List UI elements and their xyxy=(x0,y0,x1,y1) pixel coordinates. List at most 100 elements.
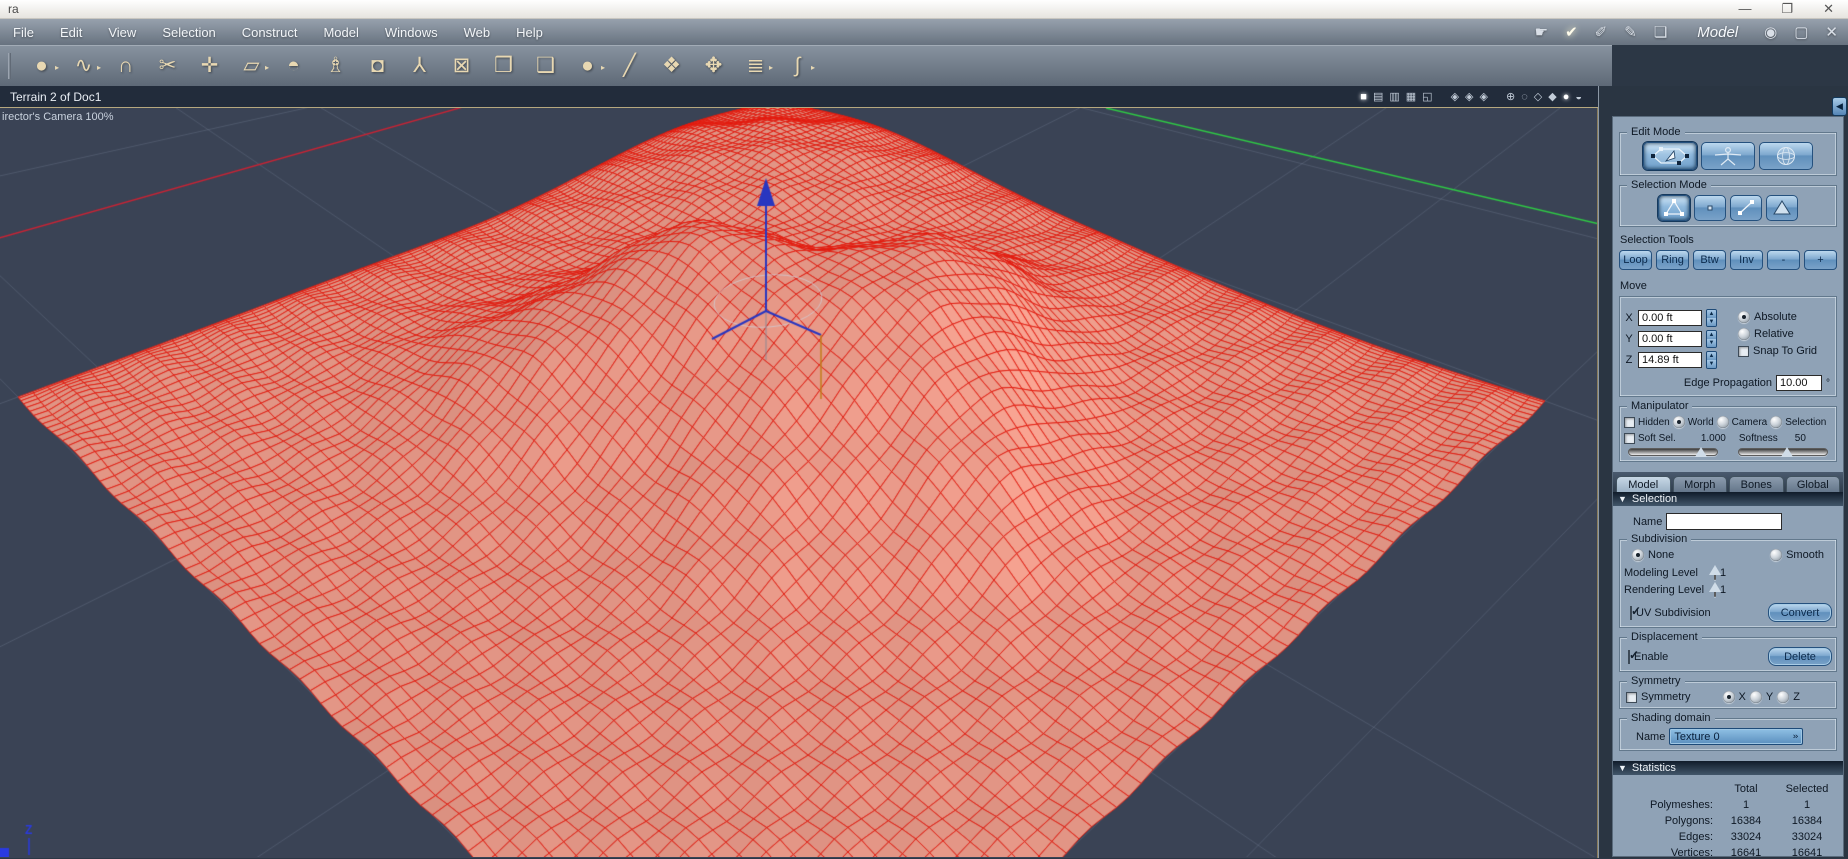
edge-propagation-input[interactable] xyxy=(1776,375,1822,391)
smooth-radio[interactable] xyxy=(1770,549,1783,561)
symmetry-y-radio[interactable] xyxy=(1749,691,1762,703)
modeling-level-slider-thumb[interactable] xyxy=(1709,565,1721,575)
hidden-checkbox[interactable] xyxy=(1624,416,1635,428)
soft-sel-checkbox[interactable] xyxy=(1624,433,1635,444)
camera-radio[interactable] xyxy=(1716,416,1729,428)
sphere-tool[interactable]: ● ▸ xyxy=(27,49,59,83)
taper-deformer-tool[interactable]: ∫ ▸ xyxy=(783,49,815,83)
box-tool[interactable]: ❒ xyxy=(489,49,518,83)
dome-tool[interactable]: ◓ xyxy=(279,49,308,83)
uv-subdivision-checkbox[interactable] xyxy=(1630,605,1632,620)
step-up-icon[interactable]: ▲ xyxy=(1707,352,1716,360)
menu-selection[interactable]: Selection xyxy=(149,25,228,40)
textured-display-icon[interactable]: ◒ xyxy=(1575,91,1582,103)
move-z-stepper[interactable]: ▲ ▼ xyxy=(1706,351,1717,369)
solid-display-icon[interactable]: ◆ xyxy=(1548,90,1556,103)
layout-three-pane-icon[interactable]: ▥ xyxy=(1389,90,1399,103)
selection-tool-ring-button[interactable]: Ring xyxy=(1656,250,1689,270)
menu-web[interactable]: Web xyxy=(451,25,504,40)
selection-mode-point-button[interactable] xyxy=(1694,195,1726,221)
selection-tool-btw-button[interactable]: Btw xyxy=(1693,250,1726,270)
selection-radio[interactable] xyxy=(1770,416,1783,428)
selection-name-input[interactable] xyxy=(1666,513,1783,530)
move-y-stepper[interactable]: ▲ ▼ xyxy=(1706,330,1717,348)
pan-hand-icon[interactable]: ☛ xyxy=(1535,23,1548,41)
modeling-level-slider[interactable] xyxy=(1709,565,1721,580)
softness-slider[interactable] xyxy=(1738,447,1828,457)
none-radio[interactable] xyxy=(1632,549,1644,561)
menu-model[interactable]: Model xyxy=(310,25,371,40)
layout-four-pane-icon[interactable]: ▦ xyxy=(1406,90,1416,103)
layout-corner-pane-icon[interactable]: ◱ xyxy=(1422,90,1432,103)
camera-preset-2-icon[interactable]: ◈ xyxy=(1465,90,1473,103)
terrain-canvas[interactable] xyxy=(0,108,1597,857)
curve-edit-tool[interactable]: ∿ ▸ xyxy=(69,49,101,83)
layout-single-pane-icon[interactable]: ■ xyxy=(1360,91,1367,103)
model-mode-icon[interactable]: ✔ xyxy=(1565,23,1578,41)
goblet-tool[interactable]: ⅄ xyxy=(405,49,434,83)
line-tool[interactable]: ╱ xyxy=(615,49,644,83)
rectangle-tool[interactable]: ▱ ▸ xyxy=(237,49,269,83)
delete-button[interactable]: Delete xyxy=(1768,647,1832,666)
panel-collapse-button[interactable]: ◀ xyxy=(1832,97,1847,116)
stretch-deformer-tool[interactable]: ≣ ▸ xyxy=(741,49,773,83)
extrude-tool[interactable]: ◘ xyxy=(363,49,392,83)
move-z-input[interactable] xyxy=(1638,352,1702,368)
convert-button[interactable]: Convert xyxy=(1768,603,1832,622)
toolbar-grip[interactable] xyxy=(8,53,11,79)
softness-slider-thumb[interactable] xyxy=(1781,447,1794,457)
rendering-level-slider[interactable] xyxy=(1709,582,1721,597)
render-mode-icon[interactable]: ❏ xyxy=(1654,23,1667,41)
restore-button[interactable]: ❐ xyxy=(1781,1,1793,17)
close-button[interactable]: ✕ xyxy=(1823,1,1834,17)
tab-global[interactable]: Global xyxy=(1785,476,1840,492)
move-x-input[interactable] xyxy=(1638,310,1702,326)
magnet-tool[interactable]: ∩ xyxy=(111,49,140,83)
world-radio[interactable] xyxy=(1672,416,1685,428)
soft-sel-slider[interactable] xyxy=(1628,447,1718,457)
insert-point-tool[interactable]: ✛ xyxy=(195,49,224,83)
selection-mode-edge-button[interactable] xyxy=(1730,195,1762,221)
zoom-extents-icon[interactable]: ⊕ xyxy=(1506,90,1515,103)
step-down-icon[interactable]: ▼ xyxy=(1707,360,1716,368)
selection-tool-inv-button[interactable]: Inv xyxy=(1730,250,1763,270)
snap-to-grid-checkbox[interactable] xyxy=(1738,345,1749,357)
statistics-section-header[interactable]: ▼ Statistics xyxy=(1613,761,1843,775)
smooth-display-icon[interactable]: ● xyxy=(1563,91,1570,103)
relative-radio[interactable] xyxy=(1738,328,1750,340)
selection-tool-+-button[interactable]: + xyxy=(1804,250,1837,270)
menu-file[interactable]: File xyxy=(0,25,47,40)
move-x-stepper[interactable]: ▲ ▼ xyxy=(1706,309,1717,327)
move-y-input[interactable] xyxy=(1638,331,1702,347)
cut-scissors-tool[interactable]: ✂ xyxy=(153,49,182,83)
step-down-icon[interactable]: ▼ xyxy=(1707,318,1716,326)
step-up-icon[interactable]: ▲ xyxy=(1707,331,1716,339)
selection-mode-auto-button[interactable] xyxy=(1658,195,1690,221)
edit-mode-skeleton-button[interactable] xyxy=(1701,142,1755,170)
menu-construct[interactable]: Construct xyxy=(229,25,311,40)
selection-tool---button[interactable]: - xyxy=(1767,250,1800,270)
camera-preset-3-icon[interactable]: ◈ xyxy=(1480,90,1488,103)
wrap-tool[interactable]: ❑ xyxy=(531,49,560,83)
selection-section-header[interactable]: ▼ Selection xyxy=(1613,492,1843,506)
sphere-morph-tool[interactable]: ● ▸ xyxy=(573,49,605,83)
surface-mode-icon[interactable]: ✐ xyxy=(1595,23,1608,41)
paint-mode-icon[interactable]: ✎ xyxy=(1624,23,1637,41)
tab-morph[interactable]: Morph xyxy=(1672,476,1727,492)
delete-facet-tool[interactable]: ⊠ xyxy=(447,49,476,83)
menu-edit[interactable]: Edit xyxy=(47,25,95,40)
symmetry-x-radio[interactable] xyxy=(1722,691,1735,703)
edit-mode-object-button[interactable] xyxy=(1643,142,1697,170)
menu-windows[interactable]: Windows xyxy=(372,25,451,40)
twist-deformer-tool[interactable]: ❖ xyxy=(657,49,686,83)
menu-view[interactable]: View xyxy=(95,25,149,40)
step-up-icon[interactable]: ▲ xyxy=(1707,310,1716,318)
soft-sel-slider-thumb[interactable] xyxy=(1695,447,1708,457)
symmetry-checkbox[interactable] xyxy=(1626,691,1637,703)
camera-preset-1-icon[interactable]: ◈ xyxy=(1451,90,1459,103)
close-panel-icon[interactable]: ✕ xyxy=(1825,23,1838,41)
symmetry-z-radio[interactable] xyxy=(1777,691,1790,703)
layout-two-pane-icon[interactable]: ▤ xyxy=(1373,90,1383,103)
rendering-level-slider-thumb[interactable] xyxy=(1709,582,1721,592)
step-down-icon[interactable]: ▼ xyxy=(1707,339,1716,347)
